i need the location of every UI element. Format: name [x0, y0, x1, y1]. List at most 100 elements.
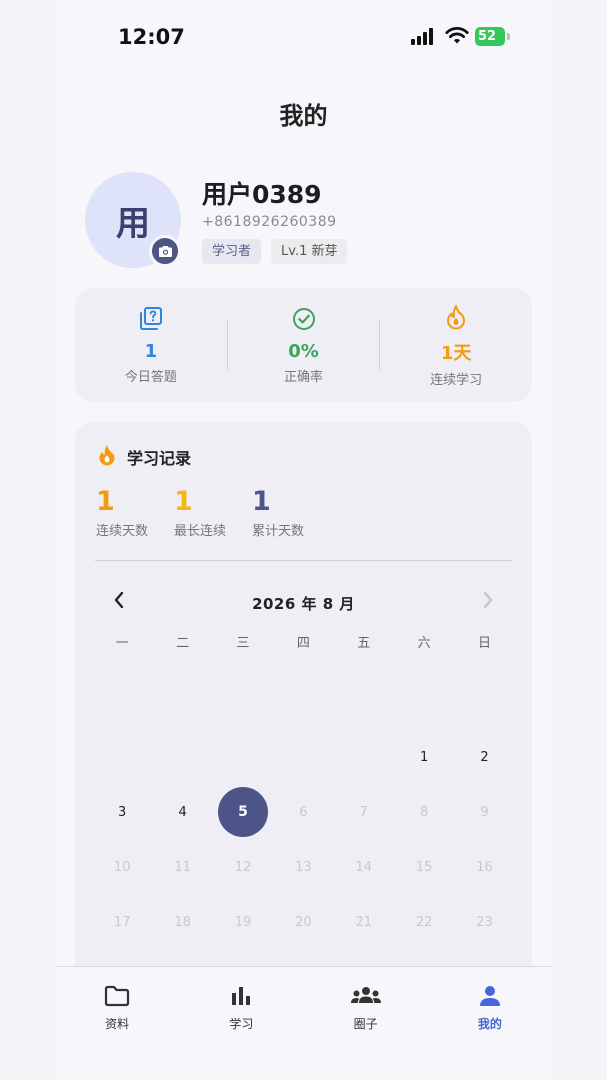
flame-icon — [380, 303, 532, 331]
calendar-header: 2026 年 8 月 — [75, 590, 532, 614]
calendar-day[interactable]: 15 — [394, 842, 454, 892]
calendar-day[interactable]: 3 — [92, 787, 152, 837]
calendar-day[interactable]: 6 — [273, 787, 333, 837]
stat-value: 1 — [144, 341, 158, 362]
calendar-day[interactable]: 14 — [334, 842, 394, 892]
calendar-day[interactable]: 1 — [394, 732, 454, 782]
calendar-day[interactable]: 2 — [454, 732, 514, 782]
calendar-day[interactable]: 17 — [92, 897, 152, 947]
calendar-day-number: 3 — [118, 804, 127, 820]
stat-value: 0% — [288, 341, 319, 362]
tab-me[interactable]: 我的 — [428, 967, 552, 1080]
calendar-day[interactable]: 16 — [454, 842, 514, 892]
streak-label: 累计天数 — [252, 524, 305, 539]
calendar-day[interactable]: 20 — [273, 897, 333, 947]
tab-bar: 资料 学习 圈子 我的 — [55, 966, 552, 1080]
calendar-day[interactable]: 13 — [273, 842, 333, 892]
streak-current: 1 连续天数 — [96, 486, 148, 539]
calendar-day[interactable]: 9 — [454, 787, 514, 837]
tab-study[interactable]: 学习 — [179, 967, 303, 1080]
calendar-day-number: 23 — [476, 914, 493, 930]
calendar-day[interactable]: 10 — [92, 842, 152, 892]
calendar-day-number: 9 — [480, 804, 489, 820]
stat-accuracy: 0% 正确率 — [228, 305, 380, 385]
stat-label: 连续学习 — [430, 372, 483, 388]
role-badge: 学习者 — [202, 239, 262, 264]
calendar-day[interactable]: 4 — [152, 787, 212, 837]
calendar-day-number: 1 — [420, 749, 429, 765]
divider — [95, 560, 512, 561]
folder-icon — [104, 983, 130, 1009]
record-title-text: 学习记录 — [127, 449, 192, 468]
bar-chart-icon — [229, 983, 253, 1009]
wifi-icon — [445, 26, 469, 49]
page-title: 我的 — [279, 102, 328, 130]
streak-total: 1 累计天数 — [252, 486, 304, 539]
chevron-right-icon[interactable] — [481, 590, 495, 615]
battery-icon: 52 — [475, 27, 505, 46]
stat-today-answers: 1 今日答题 — [75, 305, 227, 385]
calendar-day[interactable]: 21 — [334, 897, 394, 947]
calendar-day-number: 17 — [113, 914, 131, 930]
streak-value: 1 — [252, 486, 271, 517]
calendar-empty-cell — [334, 732, 394, 782]
calendar-week: 3 4 5 6 7 8 9 — [92, 787, 515, 837]
status-time: 12:07 — [118, 25, 185, 49]
calendar-day-number: 15 — [415, 859, 433, 875]
calendar-day[interactable]: 22 — [394, 897, 454, 947]
weekday-label: 三 — [236, 636, 250, 651]
stats-card: 1 今日答题 0% 正确率 1天 连续学习 — [75, 288, 532, 402]
battery-tip — [507, 33, 510, 40]
streak-stats: 1 连续天数 1 最长连续 1 累计天数 — [96, 486, 304, 539]
calendar-day-number: 10 — [113, 859, 131, 875]
calendar-day[interactable]: 18 — [152, 897, 212, 947]
calendar-week: 10 11 12 13 14 15 16 — [92, 842, 515, 892]
battery-level: 52 — [478, 29, 497, 44]
calendar-day-number: 5 — [217, 787, 268, 837]
calendar-day-number: 2 — [480, 749, 489, 765]
check-circle-icon — [228, 305, 380, 333]
level-badge: Lv.1 新芽 — [271, 239, 348, 264]
app-screen: 12:07 52 我的 用 用户0389 +8618926260389 学习者 — [55, 0, 552, 1080]
calendar-day-number: 14 — [355, 859, 373, 875]
streak-label: 连续天数 — [96, 524, 149, 539]
stat-value: 1天 — [440, 342, 472, 364]
calendar-day-number: 16 — [476, 859, 493, 875]
calendar-day-number: 12 — [234, 859, 252, 875]
weekday-label: 日 — [478, 636, 492, 651]
group-icon — [350, 983, 382, 1009]
streak-label: 最长连续 — [174, 524, 227, 539]
calendar-day-number: 13 — [295, 859, 312, 875]
tab-circle[interactable]: 圈子 — [304, 967, 428, 1080]
signal-icon — [411, 28, 435, 45]
calendar-week: 12 — [92, 732, 515, 782]
calendar-empty-cell — [273, 732, 333, 782]
calendar-empty-cell — [92, 732, 152, 782]
flame-icon — [97, 444, 117, 470]
calendar-day[interactable]: 7 — [334, 787, 394, 837]
streak-longest: 1 最长连续 — [174, 486, 226, 539]
calendar-day-number: 22 — [415, 914, 433, 930]
weekday-label: 一 — [115, 636, 129, 651]
calendar-day[interactable]: 19 — [213, 897, 273, 947]
question-cards-icon — [75, 305, 227, 333]
calendar-day[interactable]: 8 — [394, 787, 454, 837]
calendar-day-number: 18 — [174, 914, 191, 930]
tab-materials[interactable]: 资料 — [55, 967, 179, 1080]
chevron-left-icon[interactable] — [112, 590, 126, 615]
user-tags: 学习者 Lv.1 新芽 — [202, 239, 348, 264]
tab-label: 学习 — [229, 1017, 254, 1031]
calendar-day[interactable]: 5 — [213, 787, 273, 837]
stat-label: 正确率 — [284, 370, 324, 385]
calendar-day[interactable]: 23 — [454, 897, 514, 947]
camera-icon[interactable] — [149, 235, 181, 267]
calendar-day-number: 8 — [420, 804, 429, 820]
calendar-day-number: 19 — [234, 914, 252, 930]
tab-label: 我的 — [477, 1017, 502, 1031]
calendar-day[interactable]: 11 — [152, 842, 212, 892]
calendar-day[interactable]: 12 — [213, 842, 273, 892]
streak-value: 1 — [174, 486, 193, 517]
weekday-label: 六 — [417, 636, 431, 651]
weekday-label: 四 — [296, 636, 310, 651]
weekday-label: 二 — [176, 636, 190, 651]
